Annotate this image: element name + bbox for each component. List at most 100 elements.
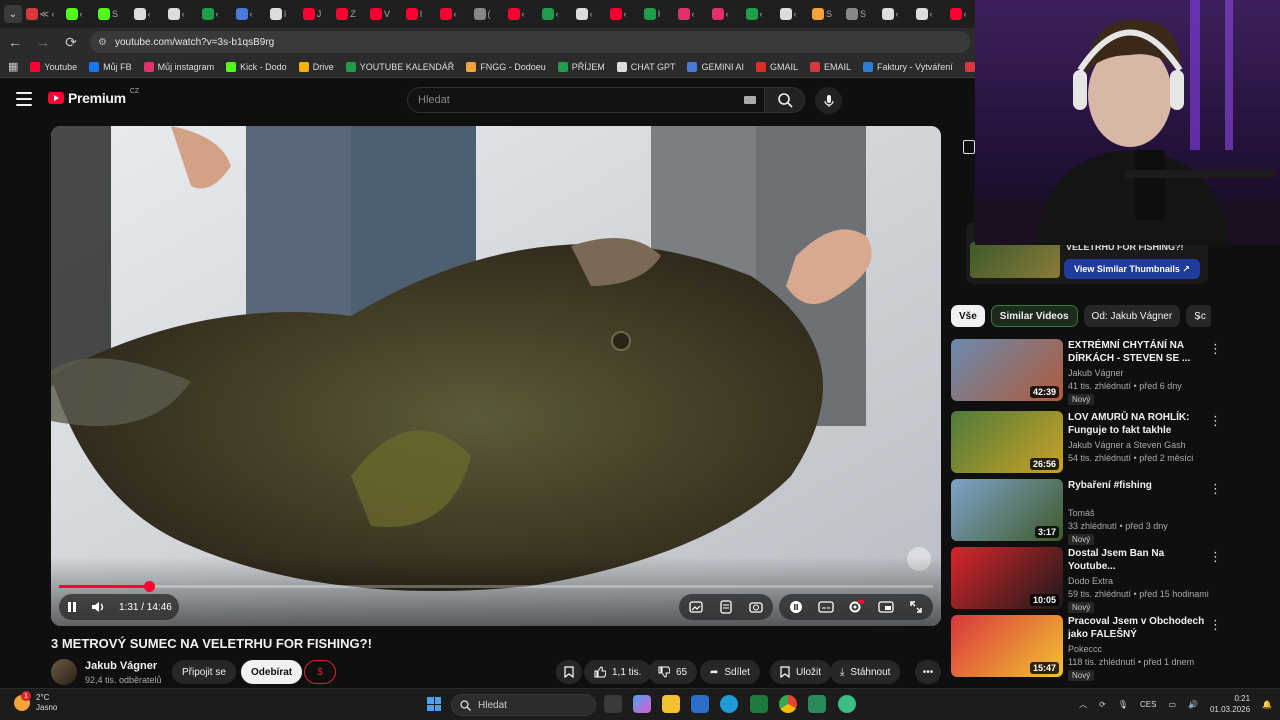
browser-tab[interactable]: V [364, 3, 396, 25]
menu-icon[interactable] [16, 92, 32, 106]
share-button[interactable]: ➦ Sdílet [700, 660, 760, 684]
browser-tab[interactable]: ‹ [704, 3, 736, 25]
store-icon[interactable] [691, 695, 709, 713]
search-input[interactable] [408, 88, 728, 112]
more-options-icon[interactable]: ⋮ [1209, 413, 1222, 429]
download-button[interactable]: ⤓ Stáhnout [830, 660, 901, 684]
browser-tab[interactable]: ‹ [602, 3, 634, 25]
bookmark-item[interactable]: Drive [298, 61, 334, 72]
recommendation-title[interactable]: Pracoval Jsem v Obchodech jako FALEŠNÝ Z… [1068, 615, 1206, 641]
tray-chevron-icon[interactable]: ︿ [1079, 699, 1087, 710]
notifications-icon[interactable]: 🔔 [1262, 700, 1272, 709]
browser-tab[interactable]: ‹ [772, 3, 804, 25]
pause-icon[interactable] [65, 600, 79, 614]
miniplayer-icon[interactable] [877, 598, 895, 616]
recommendation-item[interactable]: 15:47 Pracoval Jsem v Obchodech jako FALE… [951, 615, 1231, 681]
view-similar-thumbnails-button[interactable]: View Similar Thumbnails ↗ [1064, 259, 1200, 279]
bookmark-item[interactable]: Faktury - Vytváření [863, 61, 953, 72]
keyboard-icon[interactable] [744, 96, 756, 104]
browser-tab[interactable]: ‹ [500, 3, 532, 25]
sync-icon[interactable]: ⟳ [1099, 700, 1106, 709]
recommendation-item[interactable]: 26:56 LOV AMURŮ NA ROHLÍK: Funguje to fak… [951, 411, 1231, 473]
browser-tab[interactable]: ‹ [160, 3, 192, 25]
site-info-icon[interactable]: ⚙ [98, 37, 107, 48]
browser-tab[interactable]: ‹ [908, 3, 940, 25]
filter-chip[interactable]: Vše [951, 305, 985, 327]
thanks-button[interactable]: $ [304, 660, 336, 684]
more-options-icon[interactable]: ⋮ [1209, 617, 1222, 633]
youtube-premium-logo[interactable]: Premium CZ [48, 88, 139, 106]
volume-icon[interactable] [91, 600, 107, 614]
bookmark-item[interactable]: CHAT GPT [616, 61, 675, 72]
subscribe-button[interactable]: Odebírat [241, 660, 303, 684]
recommendation-item[interactable]: 42:39 EXTRÉMNÍ CHYTÁNÍ NA DÍRKÁCH - STEVE… [951, 339, 1231, 405]
tray-mic-icon[interactable]: 🎙 [1118, 700, 1128, 709]
browser-tab[interactable]: ‹ [670, 3, 702, 25]
like-button[interactable]: 1,1 tis. [584, 660, 652, 684]
bookmark-item[interactable]: Můj FB [89, 61, 132, 72]
screenshot-gallery-icon[interactable] [687, 598, 705, 616]
excel-icon[interactable] [750, 695, 768, 713]
browser-tab[interactable]: ‹ [738, 3, 770, 25]
recommendation-title[interactable]: LOV AMURŮ NA ROHLÍK: Funguje to fakt tak… [1068, 411, 1206, 437]
fullscreen-icon[interactable] [907, 598, 925, 616]
app-icon[interactable] [838, 695, 856, 713]
recommendation-item[interactable]: 3:17 Rybaření #fishing Tomáš 33 zhlédnutí •… [951, 479, 1231, 545]
filter-chip[interactable]: Similar Videos [990, 305, 1078, 327]
browser-tab[interactable]: ‹ [194, 3, 226, 25]
address-bar[interactable]: ⚙ youtube.com/watch?v=3s-b1qsB9rg [90, 31, 970, 53]
taskbar-search[interactable]: Hledat [451, 694, 596, 716]
browser-tab[interactable]: ‹ [58, 3, 90, 25]
save-button[interactable]: Uložit [770, 660, 832, 684]
camera-icon[interactable] [747, 598, 765, 616]
speaker-icon[interactable]: 🔊 [1188, 700, 1198, 709]
more-actions-button[interactable]: ••• [915, 660, 941, 684]
bookmark-item[interactable]: YOUTUBE KALENDÁŘ [345, 61, 454, 72]
windows-start-icon[interactable] [427, 697, 441, 711]
browser-tab[interactable]: ‹ [534, 3, 566, 25]
browser-tab[interactable]: ‹ [942, 3, 974, 25]
chevron-right-icon[interactable]: › [1196, 310, 1200, 324]
browser-tab[interactable]: S [92, 3, 124, 25]
recommendation-channel[interactable]: Pokeccc [1068, 644, 1102, 654]
clock[interactable]: 0:21 01.03.2026 [1210, 693, 1250, 715]
bookmark-item[interactable]: PŘÍJEM [557, 61, 605, 72]
network-icon[interactable]: ▭ [1168, 700, 1176, 709]
browser-tab[interactable]: S [840, 3, 872, 25]
dislike-button[interactable]: 65 [648, 660, 698, 684]
browser-tab[interactable]: ‹ [126, 3, 158, 25]
copilot-icon[interactable] [633, 695, 651, 713]
autoplay-toggle-icon[interactable] [787, 598, 805, 616]
bookmark-item[interactable]: GEMINI AI [687, 61, 744, 72]
chrome-icon[interactable] [779, 695, 797, 713]
language-indicator[interactable]: CES [1140, 700, 1156, 709]
recommendation-channel[interactable]: Jakub Vágner [1068, 368, 1124, 378]
browser-tab[interactable]: ( [466, 3, 498, 25]
recommendation-title[interactable]: EXTRÉMNÍ CHYTÁNÍ NA DÍRKÁCH - STEVEN SE … [1068, 339, 1206, 365]
search-button[interactable] [765, 87, 805, 113]
bookmark-item[interactable]: EMAIL [810, 61, 851, 72]
browser-tab[interactable]: ‹ [874, 3, 906, 25]
edge-icon[interactable] [720, 695, 738, 713]
subtitles-icon[interactable] [817, 598, 835, 616]
join-button[interactable]: Připojit se [172, 660, 236, 684]
bookmark-item[interactable]: Kick - Dodo [226, 61, 287, 72]
browser-tab[interactable]: I [398, 3, 430, 25]
apps-grid-icon[interactable]: ▦ [8, 60, 18, 73]
recommendation-channel[interactable]: Jakub Vágner a Steven Gash [1068, 440, 1186, 450]
reload-icon[interactable]: ⟳ [62, 33, 80, 51]
task-view-icon[interactable] [604, 695, 622, 713]
progress-scrubber[interactable] [144, 581, 156, 592]
more-options-icon[interactable]: ⋮ [1209, 549, 1222, 565]
bookmark-button[interactable] [556, 660, 582, 684]
settings-gear-icon[interactable] [847, 598, 865, 616]
browser-tab[interactable]: J [296, 3, 328, 25]
more-options-icon[interactable]: ⋮ [1209, 341, 1222, 357]
bookmark-item[interactable]: FNGG - Dodoeu [466, 61, 546, 72]
video-player[interactable]: 1:31 / 14:46 [51, 126, 941, 626]
voice-search-button[interactable] [815, 87, 842, 114]
bookmark-item[interactable]: Můj instagram [143, 61, 214, 72]
sheets-icon[interactable] [808, 695, 826, 713]
browser-tab[interactable]: ‹ [228, 3, 260, 25]
bookmark-item[interactable]: PNG to PDF [964, 61, 975, 72]
